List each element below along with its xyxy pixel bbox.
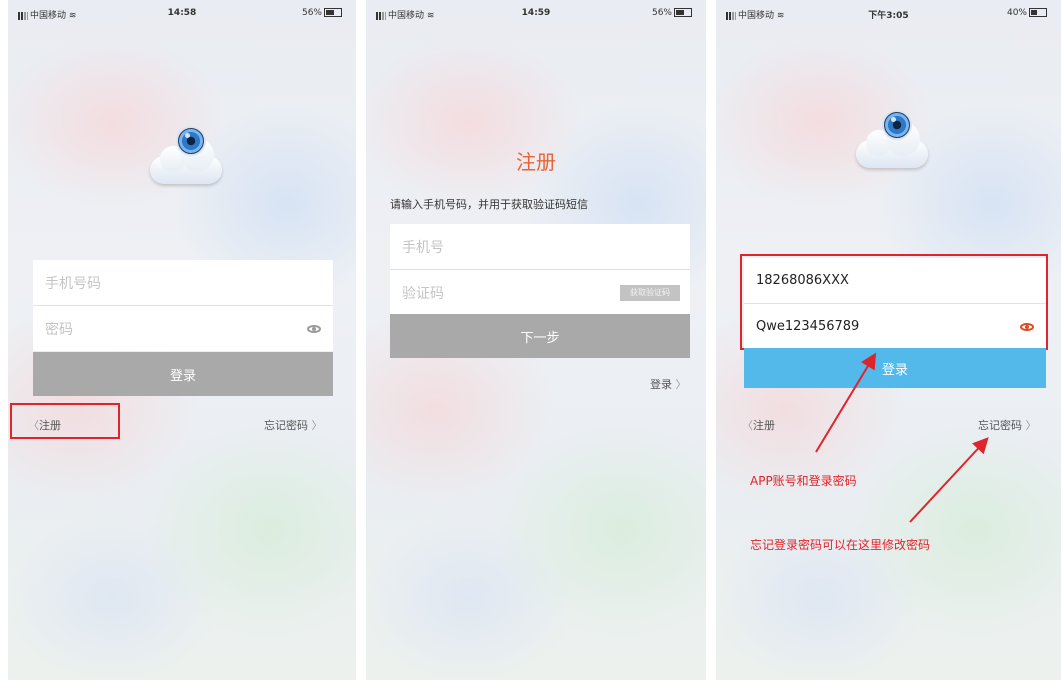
- annotation-arrows: [815, 352, 989, 523]
- next-button[interactable]: 下一步: [390, 314, 690, 358]
- page-title: 注册: [516, 150, 556, 174]
- phone-input[interactable]: 手机号: [390, 224, 690, 269]
- get-code-button[interactable]: 获取验证码: [620, 284, 680, 301]
- battery-icon: [674, 8, 692, 17]
- annotation-forgot-label: 忘记登录密码可以在这里修改密码: [750, 538, 931, 552]
- eye-icon[interactable]: [307, 324, 321, 333]
- code-input[interactable]: 验证码 获取验证码: [390, 269, 690, 315]
- login-link[interactable]: 登录 〉: [650, 376, 687, 392]
- register-form: 手机号 验证码 获取验证码: [390, 224, 690, 315]
- battery-icon: [324, 8, 342, 17]
- status-bar: 中国移动 ≋ 14:59 56%: [366, 8, 706, 22]
- register-screen: 中国移动 ≋ 14:59 56% 注册 请输入手机号码，并用于获取验证码短信 手…: [366, 0, 706, 680]
- login-filled-screen: 中国移动 ≋ 下午3:05 40% 18268086XXX Qwe1234567…: [716, 0, 1061, 680]
- chevron-right-icon: 〉: [672, 378, 687, 391]
- status-right: 56%: [302, 8, 342, 18]
- account-arrow: [815, 352, 877, 453]
- password-input[interactable]: 密码: [33, 305, 333, 351]
- login-screen: 中国移动 ≋ 14:58 56% 手机号码 密码 登录 〈注册 忘记密码 〉: [8, 0, 356, 680]
- register-highlight-box: [10, 403, 120, 439]
- login-form: 手机号码 密码: [33, 260, 333, 351]
- forgot-password-link[interactable]: 忘记密码 〉: [264, 417, 323, 433]
- status-bar: 中国移动 ≋ 14:58 56%: [8, 8, 356, 22]
- annotation-account-label: APP账号和登录密码: [750, 474, 857, 488]
- instruction-text: 请输入手机号码，并用于获取验证码短信: [390, 198, 588, 211]
- login-button[interactable]: 登录: [33, 352, 333, 396]
- chevron-right-icon: 〉: [308, 419, 323, 432]
- forgot-arrow: [909, 437, 989, 523]
- camera-cloud-logo: [146, 126, 226, 186]
- phone-input[interactable]: 手机号码: [33, 260, 333, 305]
- status-right: 56%: [652, 8, 692, 18]
